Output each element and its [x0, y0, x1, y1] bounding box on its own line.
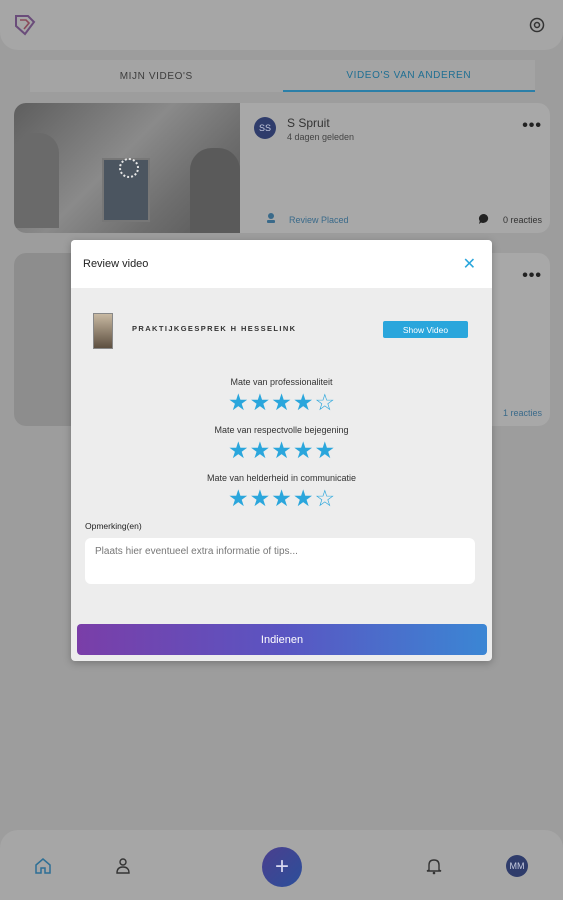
star-filled-icon[interactable]: ★ [293, 439, 314, 462]
star-filled-icon[interactable]: ★ [293, 391, 314, 414]
star-rating: ★★★★★ [71, 439, 492, 463]
post-time: 4 dagen geleden [287, 132, 355, 142]
more-options-button[interactable]: ••• [522, 267, 542, 285]
star-filled-icon[interactable]: ★ [250, 439, 271, 462]
tab-mijn-videos[interactable]: MIJN VIDEO'S [30, 60, 283, 92]
top-bar [0, 0, 563, 50]
add-video-button[interactable]: + [262, 847, 302, 887]
loading-spinner-icon [119, 158, 139, 178]
dialog-title: Review video [83, 258, 149, 270]
question-label: Mate van respectvolle bejegening [214, 425, 349, 435]
video-thumbnail [93, 313, 113, 349]
app-screen: MIJN VIDEO'S VIDEO'S VAN ANDEREN SS S Sp… [0, 0, 563, 900]
star-rating: ★★★★☆ [71, 391, 492, 415]
tab-videos-van-anderen[interactable]: VIDEO'S VAN ANDEREN [282, 60, 535, 92]
star-rating: ★★★★☆ [71, 487, 492, 511]
star-filled-icon[interactable]: ★ [250, 487, 271, 510]
comment-icon [478, 213, 489, 224]
home-icon[interactable] [34, 857, 52, 875]
video-thumbnail[interactable] [14, 103, 240, 233]
star-filled-icon[interactable]: ★ [271, 391, 292, 414]
submit-button[interactable]: Indienen [77, 624, 487, 655]
app-logo-icon[interactable] [12, 12, 38, 38]
comment-count[interactable]: 1 reacties [503, 408, 542, 418]
bottom-nav: + MM [0, 830, 563, 900]
comment-count[interactable]: 0 reacties [503, 215, 542, 225]
review-video-dialog: Review video ✕ PRAKTIJKGESPREK H HESSELI… [71, 240, 492, 661]
star-empty-icon[interactable]: ☆ [314, 487, 335, 510]
remarks-label: Opmerking(en) [85, 521, 142, 531]
video-tabs: MIJN VIDEO'S VIDEO'S VAN ANDEREN [30, 60, 535, 92]
star-empty-icon[interactable]: ☆ [314, 391, 335, 414]
dialog-header: Review video ✕ [71, 240, 492, 288]
star-filled-icon[interactable]: ★ [314, 439, 335, 462]
star-filled-icon[interactable]: ★ [228, 487, 249, 510]
review-status: Review Placed [289, 215, 349, 225]
remarks-input[interactable] [85, 538, 475, 584]
settings-icon[interactable] [527, 15, 547, 35]
question-label: Mate van helderheid in communicatie [206, 473, 357, 483]
question-label: Mate van professionaliteit [230, 377, 333, 387]
users-icon[interactable] [114, 857, 132, 875]
avatar: SS [254, 117, 276, 139]
show-video-button[interactable]: Show Video [383, 321, 468, 338]
video-card[interactable]: SS S Spruit 4 dagen geleden ••• Review P… [14, 103, 550, 233]
profile-avatar[interactable]: MM [506, 855, 528, 877]
video-title: PRAKTIJKGESPREK H HESSELINK [132, 324, 297, 333]
author-name: S Spruit [287, 116, 330, 130]
review-icon [267, 213, 275, 223]
star-filled-icon[interactable]: ★ [250, 391, 271, 414]
star-filled-icon[interactable]: ★ [271, 439, 292, 462]
star-filled-icon[interactable]: ★ [228, 439, 249, 462]
close-icon[interactable]: ✕ [463, 254, 476, 274]
star-filled-icon[interactable]: ★ [271, 487, 292, 510]
star-filled-icon[interactable]: ★ [293, 487, 314, 510]
star-filled-icon[interactable]: ★ [228, 391, 249, 414]
more-options-button[interactable]: ••• [522, 117, 542, 135]
bell-icon[interactable] [425, 857, 443, 875]
